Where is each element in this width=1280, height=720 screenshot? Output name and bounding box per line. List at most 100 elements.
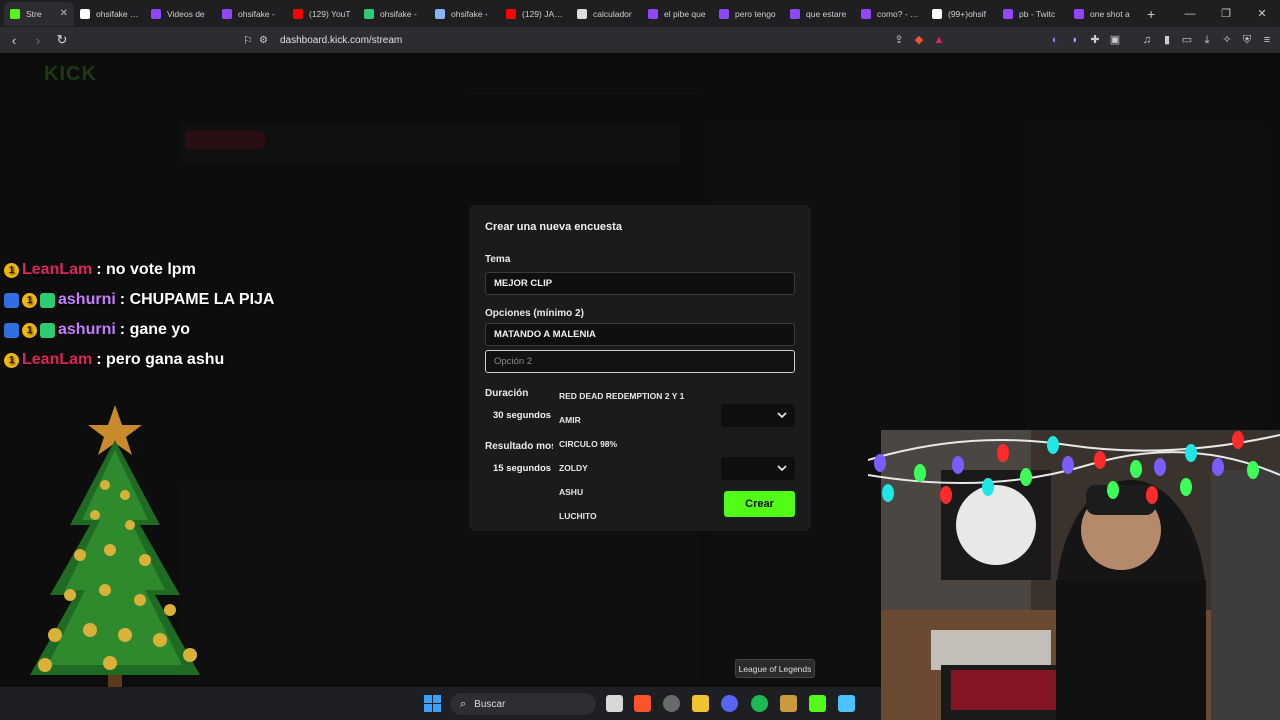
chat-username: ashurni bbox=[58, 291, 116, 308]
option-2-input[interactable]: Opción 2 bbox=[485, 350, 795, 373]
option-1-value: MATANDO A MALENIA bbox=[494, 329, 596, 340]
chevron-down-icon bbox=[777, 465, 787, 472]
notepad-icon[interactable] bbox=[838, 695, 855, 712]
address-bar[interactable]: ⚐ ⚙ dashboard.kick.com/stream bbox=[243, 30, 963, 50]
chat-message: 1 LeanLam: no vote lpm bbox=[4, 255, 274, 285]
option-1-input[interactable]: MATANDO A MALENIA bbox=[485, 323, 795, 346]
kick-app-icon[interactable] bbox=[809, 695, 826, 712]
screenshot-icon[interactable]: ▣ bbox=[1108, 33, 1122, 47]
browser-tab[interactable]: Videos de bbox=[145, 2, 216, 26]
browser-tab[interactable]: ohsifake - bbox=[216, 2, 287, 26]
tab-title: ohsifake - bbox=[238, 8, 275, 19]
kick-logo: KICK bbox=[44, 63, 97, 85]
dropdown-option[interactable]: AMIR bbox=[553, 408, 708, 432]
browser-tab-bar: Stre ✕ ohsifake Lo Videos de ohsifake - (129)… bbox=[0, 0, 1280, 27]
brave-shields-icon[interactable]: ◆ bbox=[912, 33, 926, 47]
topic-input[interactable]: MEJOR CLIP bbox=[485, 272, 795, 295]
rewards-icon[interactable]: ▲ bbox=[932, 33, 946, 47]
menu-icon[interactable]: ≡ bbox=[1260, 33, 1274, 47]
browser-tab[interactable]: Stre ✕ bbox=[4, 1, 74, 26]
browser-nav-bar: ‹ › ↻ ⚐ ⚙ dashboard.kick.com/stream ⇪ ◆ … bbox=[0, 27, 1280, 53]
task-view-icon[interactable] bbox=[606, 695, 623, 712]
tab-title: pb - Twitc bbox=[1019, 8, 1056, 19]
spotify-icon[interactable] bbox=[751, 695, 768, 712]
tab-favicon-icon bbox=[80, 8, 90, 19]
options-label: Opciones (mínimo 2) bbox=[485, 308, 584, 319]
browser-tab[interactable]: (129) YouT bbox=[287, 2, 358, 26]
obs-icon[interactable] bbox=[663, 695, 680, 712]
minimize-icon[interactable]: — bbox=[1172, 8, 1208, 20]
chat-message: 1 ashurni: CHUPAME LA PIJA bbox=[4, 285, 274, 315]
browser-tab[interactable]: que estare bbox=[784, 2, 855, 26]
dropdown-option[interactable]: ASHU bbox=[553, 480, 708, 504]
discord-icon[interactable] bbox=[721, 695, 738, 712]
wallet-icon[interactable]: ▭ bbox=[1180, 33, 1194, 47]
chat-message: 1 LeanLam: pero gana ashu bbox=[4, 345, 274, 375]
taskbar-search[interactable]: ⌕ Buscar bbox=[450, 693, 596, 715]
site-info-icon[interactable]: ⚙ bbox=[259, 35, 268, 46]
screen: Stre ✕ ohsifake Lo Videos de ohsifake - (129)… bbox=[0, 0, 1280, 720]
url-text[interactable]: dashboard.kick.com/stream bbox=[280, 35, 402, 46]
brave-icon[interactable] bbox=[634, 695, 651, 712]
browser-tab[interactable]: pero tengo bbox=[713, 2, 784, 26]
tab-favicon-icon bbox=[293, 8, 303, 19]
browser-tab[interactable]: calculador bbox=[571, 2, 642, 26]
browser-tab[interactable]: one shot a bbox=[1068, 2, 1139, 26]
league-of-legends-icon[interactable] bbox=[780, 695, 797, 712]
dropdown-option[interactable]: ZOLDY bbox=[553, 456, 708, 480]
tab-favicon-icon bbox=[364, 8, 374, 19]
browser-tab[interactable]: (129) JAKO bbox=[500, 2, 571, 26]
music-icon[interactable]: ♫ bbox=[1140, 33, 1154, 47]
close-window-icon[interactable]: ✕ bbox=[1244, 7, 1280, 20]
browser-tab[interactable]: ohsifake - bbox=[358, 2, 429, 26]
back-icon[interactable]: ‹ bbox=[4, 33, 24, 48]
tab-favicon-icon bbox=[506, 8, 516, 19]
topic-label: Tema bbox=[485, 254, 511, 265]
duration-label: Duración bbox=[485, 388, 529, 399]
browser-tab[interactable]: ohsifake - bbox=[429, 2, 500, 26]
chat-text: : gane yo bbox=[119, 321, 191, 338]
share-icon[interactable]: ⇪ bbox=[892, 33, 906, 47]
browser-tab[interactable]: pb - Twitc bbox=[997, 2, 1068, 26]
result-value: 15 segundos bbox=[493, 463, 552, 474]
maximize-icon[interactable]: ❐ bbox=[1208, 7, 1244, 20]
green-badge-icon bbox=[40, 322, 55, 338]
create-button[interactable]: Crear bbox=[724, 491, 795, 517]
browser-tab[interactable]: (99+)ohsif bbox=[926, 2, 997, 26]
reload-icon[interactable]: ↻ bbox=[52, 32, 72, 48]
forward-icon[interactable]: › bbox=[28, 33, 48, 48]
search-label: Buscar bbox=[474, 698, 506, 710]
vpn-icon[interactable]: ⛨ bbox=[1240, 33, 1254, 47]
tab-title: el pibe que bbox=[664, 8, 706, 19]
chevron-down-icon bbox=[777, 412, 787, 419]
tab-title: pero tengo bbox=[735, 8, 776, 19]
translate-icon[interactable]: ◗ bbox=[1068, 33, 1082, 47]
browser-tab[interactable]: el pibe que bbox=[642, 2, 713, 26]
sidebar-icon[interactable]: ▮ bbox=[1160, 33, 1174, 47]
windows-start-icon[interactable] bbox=[424, 695, 441, 712]
download-icon[interactable]: ⤓ bbox=[1200, 33, 1214, 47]
chat-username: LeanLam bbox=[22, 351, 93, 368]
close-tab-icon[interactable]: ✕ bbox=[60, 8, 68, 19]
coin-badge-icon: 1 bbox=[4, 352, 19, 368]
tab-list: Stre ✕ ohsifake Lo Videos de ohsifake - (129)… bbox=[4, 1, 1139, 26]
chat-text: : no vote lpm bbox=[96, 261, 196, 278]
modal-title: Crear una nueva encuesta bbox=[485, 221, 622, 233]
search-icon: ⌕ bbox=[460, 697, 467, 710]
dropdown-option[interactable]: LUCHITO bbox=[553, 504, 708, 528]
dropdown-option[interactable]: CIRCULO 98% bbox=[553, 432, 708, 456]
blue-badge-icon bbox=[4, 292, 19, 308]
browser-tab[interactable]: como? - Tw bbox=[855, 2, 926, 26]
taskbar-tooltip: League of Legends bbox=[735, 659, 815, 678]
extension-icon[interactable]: ◐ bbox=[1048, 33, 1062, 47]
new-tab-button[interactable]: + bbox=[1139, 6, 1163, 22]
bookmark-icon[interactable]: ⚐ bbox=[243, 34, 259, 47]
puzzle-icon[interactable]: ✚ bbox=[1088, 33, 1102, 47]
leo-icon[interactable]: ✧ bbox=[1220, 33, 1234, 47]
browser-tab[interactable]: ohsifake Lo bbox=[74, 2, 145, 26]
dropdown-option[interactable]: RED DEAD REDEMPTION 2 Y 1 bbox=[553, 384, 708, 408]
chat-username: ashurni bbox=[58, 321, 116, 338]
file-explorer-icon[interactable] bbox=[692, 695, 709, 712]
tab-favicon-icon bbox=[435, 8, 445, 19]
duration-value: 30 segundos bbox=[493, 410, 552, 421]
